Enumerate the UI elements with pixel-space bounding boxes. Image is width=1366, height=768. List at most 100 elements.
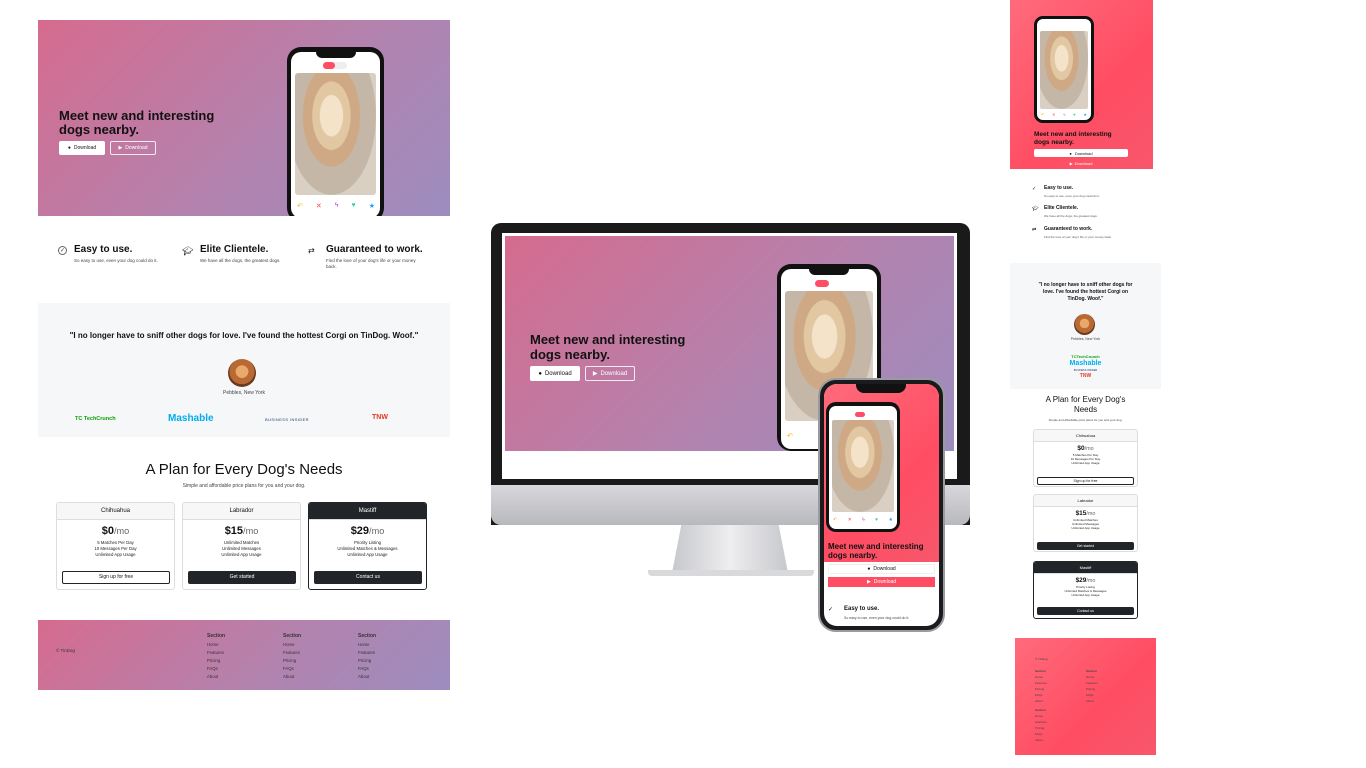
- nope-icon[interactable]: ✕: [316, 202, 322, 210]
- like-icon[interactable]: ♥: [1073, 112, 1075, 117]
- rewind-icon[interactable]: ↶: [297, 202, 303, 210]
- mobile-plan-mastiff: Mastiff $29/mo Priority Listing Unlimite…: [1033, 561, 1138, 619]
- mobile-footer-col-3: Section Home Features Pricing FAQs About: [1035, 708, 1047, 742]
- rewind-icon[interactable]: ↶: [787, 432, 793, 440]
- footer-link-features[interactable]: Features: [207, 649, 225, 657]
- footer-col-2: Section Home Features Pricing FAQs About: [283, 633, 301, 681]
- hero-title: Meet new and interesting dogs nearby.: [59, 108, 215, 137]
- plan-name: Labrador: [183, 503, 300, 520]
- footer-link-features[interactable]: Features: [283, 649, 301, 657]
- techcrunch-logo: TC: [75, 416, 83, 422]
- testimonial-author: Pebbles, New York: [223, 390, 265, 396]
- footer-link-home[interactable]: Home: [283, 641, 301, 649]
- phone-notch: [809, 269, 849, 275]
- mobile-press-mashable: Mashable: [1069, 360, 1102, 367]
- mobile-footer-col-2: Section Home Features Pricing FAQs About: [1086, 669, 1098, 703]
- heart-arrows-icon: ⇄: [1032, 227, 1037, 233]
- superlike-icon[interactable]: ★: [369, 202, 375, 210]
- apple-icon: ●: [67, 145, 71, 151]
- hero-phone: ↶ ✕ ϟ ♥ ★: [287, 47, 384, 216]
- apple-icon: ●: [1069, 150, 1072, 156]
- plan-price: $15/mo: [224, 525, 259, 537]
- mobile-press-tnw: TNW: [1079, 373, 1092, 379]
- plan-name: Mastiff: [309, 503, 426, 520]
- plan-features: Priority Listing Unlimited Matches & Mes…: [337, 540, 398, 557]
- get-started-button[interactable]: Get started: [1037, 542, 1134, 550]
- rewind-icon[interactable]: ↶: [1041, 112, 1044, 117]
- like-icon[interactable]: ♥: [875, 517, 878, 523]
- graduation-cap-icon: 🎓︎: [182, 246, 194, 256]
- mobile-download-apple-button[interactable]: ● Download: [1034, 149, 1128, 157]
- swipe-actions: ↶ ✕ ϟ ♥ ★: [1041, 112, 1087, 117]
- nope-icon[interactable]: ✕: [848, 517, 852, 523]
- testimonial-quote: "I no longer have to sniff other dogs fo…: [69, 331, 419, 340]
- mobile-phone-screen: ↶ ✕ ϟ ♥ ★: [1037, 19, 1091, 120]
- footer-link-pricing[interactable]: Pricing: [358, 657, 376, 665]
- iphone-notch: [856, 384, 906, 393]
- footer-link-about[interactable]: About: [283, 673, 301, 681]
- nope-icon[interactable]: ✕: [1052, 112, 1055, 117]
- footer-link-home[interactable]: Home: [358, 641, 376, 649]
- plan-name: Chihuahua: [57, 503, 174, 520]
- pricing-subtitle: Simple and affordable price plans for yo…: [182, 483, 306, 489]
- features-section: ✓ Easy to use. So easy to use, even your…: [58, 244, 423, 270]
- check-circle-icon: ✓: [1032, 186, 1037, 192]
- mobile-pricing: A Plan for Every Dog's Needs Simple and …: [1010, 393, 1161, 623]
- superlike-icon[interactable]: ★: [1083, 112, 1087, 117]
- footer-link-faqs[interactable]: FAQs: [283, 665, 301, 673]
- like-icon[interactable]: ♥: [352, 202, 356, 210]
- superlike-icon[interactable]: ★: [888, 517, 892, 523]
- footer-link-pricing[interactable]: Pricing: [207, 657, 225, 665]
- mobile-hero-phone: ↶ ✕ ϟ ♥ ★: [1034, 16, 1094, 123]
- app-toggle-active: [855, 412, 865, 417]
- contact-us-button[interactable]: Contact us: [314, 571, 422, 584]
- iphone-hero: ↶ ✕ ϟ ♥ ★ Meet new and interesting dogs …: [824, 384, 939, 562]
- iphone-download-play-button[interactable]: ▶ Download: [828, 577, 935, 587]
- swipe-actions: ↶ ✕ ϟ ♥ ★: [297, 202, 375, 210]
- mobile-quote: "I no longer have to sniff other dogs fo…: [1038, 282, 1133, 302]
- mobile-footer-col-1: Section Home Features Pricing FAQs About: [1035, 669, 1047, 703]
- monitor-foot: [648, 570, 814, 576]
- mobile-plan-chihuahua: Chihuahua $0/mo 5 Matches Per Day 10 Mes…: [1033, 429, 1138, 487]
- download-play-button[interactable]: ▶ Download: [110, 141, 156, 155]
- avatar: [228, 359, 256, 387]
- phone-screen: ↶ ✕ ϟ ♥ ★: [291, 52, 380, 216]
- footer-link-about[interactable]: About: [207, 673, 225, 681]
- footer-link-pricing[interactable]: Pricing: [283, 657, 301, 665]
- footer-link-faqs[interactable]: FAQs: [207, 665, 225, 673]
- boost-icon[interactable]: ϟ: [335, 202, 339, 210]
- phone-notch: [316, 52, 356, 58]
- swipe-actions: ↶ ✕ ϟ ♥ ★: [833, 517, 893, 523]
- get-started-button[interactable]: Get started: [188, 571, 296, 584]
- play-icon: ▶: [866, 579, 871, 585]
- signup-free-button[interactable]: Sign up for free: [62, 571, 170, 584]
- mobile-author: Pebbles, New York: [1070, 337, 1101, 341]
- iphone-inner-phone: ↶ ✕ ϟ ♥ ★: [826, 402, 900, 532]
- monitor-download-play-button[interactable]: ▶ Download: [585, 366, 635, 381]
- inner-phone-screen: ↶ ✕ ϟ ♥ ★: [829, 406, 897, 529]
- dog-photo: [832, 420, 894, 512]
- dog-photo: [1040, 31, 1088, 109]
- footer-link-faqs[interactable]: FAQs: [358, 665, 376, 673]
- footer-col-1: Section Home Features Pricing FAQs About: [207, 633, 225, 681]
- iphone-download-apple-button[interactable]: ● Download: [828, 564, 935, 574]
- mobile-pricing-title: A Plan for Every Dog's Needs: [1045, 395, 1126, 414]
- mobile-download-play-button[interactable]: ▶ Download: [1034, 159, 1128, 167]
- footer-link-home[interactable]: Home: [207, 641, 225, 649]
- boost-icon[interactable]: ϟ: [862, 517, 865, 523]
- mobile-hero-title: Meet new and interesting dogs nearby.: [1034, 131, 1112, 146]
- footer-link-about[interactable]: About: [358, 673, 376, 681]
- signup-free-button[interactable]: Sign up for free: [1037, 477, 1134, 485]
- contact-us-button[interactable]: Contact us: [1037, 607, 1134, 615]
- press-mashable: Mashable: [168, 413, 214, 424]
- footer-link-features[interactable]: Features: [358, 649, 376, 657]
- rewind-icon[interactable]: ↶: [833, 517, 837, 523]
- download-apple-button[interactable]: ● Download: [59, 141, 105, 155]
- mobile-press-techcrunch: TCTechCrunch: [1071, 354, 1100, 359]
- boost-icon[interactable]: ϟ: [1063, 112, 1065, 117]
- press-tnw: TNW: [372, 414, 388, 421]
- plan-price: $29/mo: [350, 525, 385, 537]
- iphone-screen: ↶ ✕ ϟ ♥ ★ Meet new and interesting dogs …: [824, 384, 939, 626]
- mobile-features: ✓ Easy to use. So easy to use, even your…: [1032, 185, 1112, 239]
- monitor-download-apple-button[interactable]: ● Download: [530, 366, 580, 381]
